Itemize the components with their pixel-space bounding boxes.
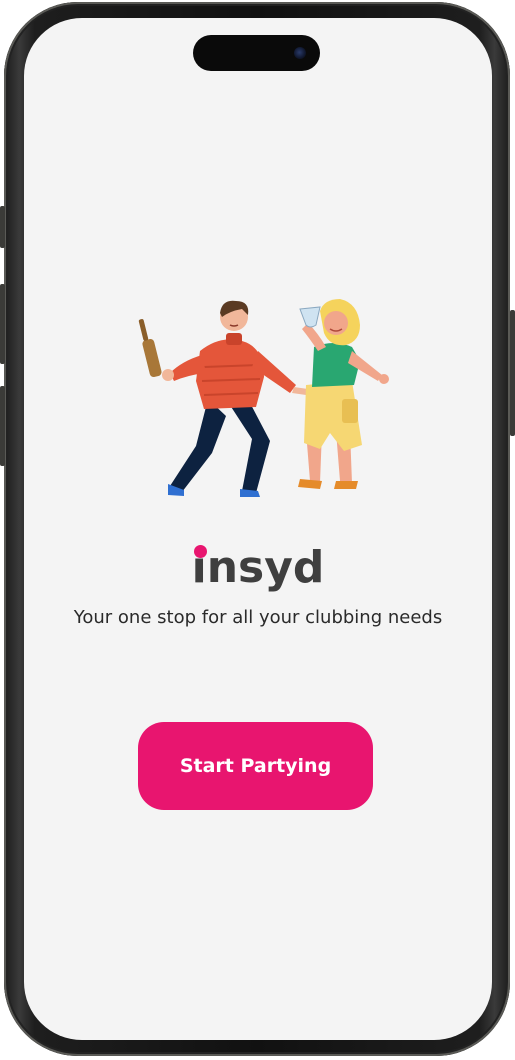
volume-down-button [0,386,5,466]
power-button [510,310,515,436]
dancing-couple-illustration [138,299,389,497]
mute-switch [0,206,5,248]
dynamic-island [193,35,320,71]
app-logo: insyd [192,538,325,598]
app-logo-text: insyd [191,542,325,593]
logo-container: insyd [24,538,492,598]
volume-up-button [0,284,5,364]
front-camera-icon [294,47,306,59]
start-partying-button[interactable]: Start Partying [138,722,373,810]
app-screen: insyd Your one stop for all your clubbin… [24,18,492,1040]
logo-dot [193,545,207,558]
bottle-icon [138,319,162,378]
app-tagline: Your one stop for all your clubbing need… [73,607,443,628]
